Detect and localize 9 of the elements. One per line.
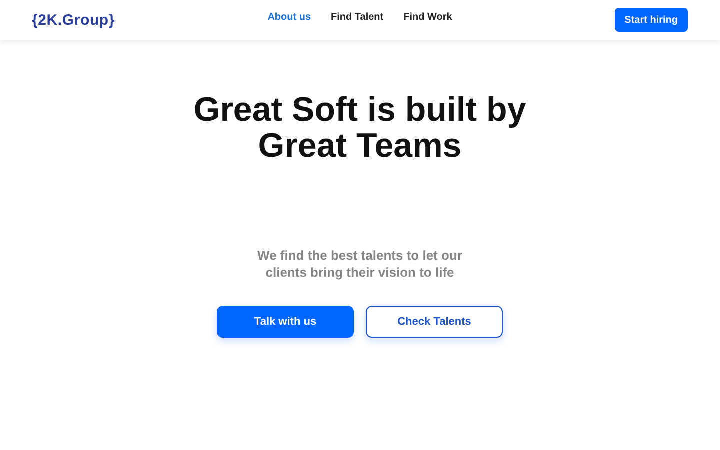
logo: {2K.Group}	[32, 12, 116, 28]
start-hiring-button[interactable]: Start hiring	[614, 8, 688, 32]
nav-link[interactable]: Find Talent	[331, 12, 384, 22]
nav-link[interactable]: About us	[268, 12, 312, 22]
hero-subtitle: We find the best talents to let our clients bring their vision to life	[256, 248, 464, 281]
nav-link[interactable]: Find Work	[404, 12, 452, 22]
hero-heading: Great Soft is built by Great Teams	[194, 92, 526, 164]
talk-button[interactable]: Talk with us	[217, 306, 354, 338]
check-talents-button[interactable]: Check Talents	[366, 306, 503, 338]
